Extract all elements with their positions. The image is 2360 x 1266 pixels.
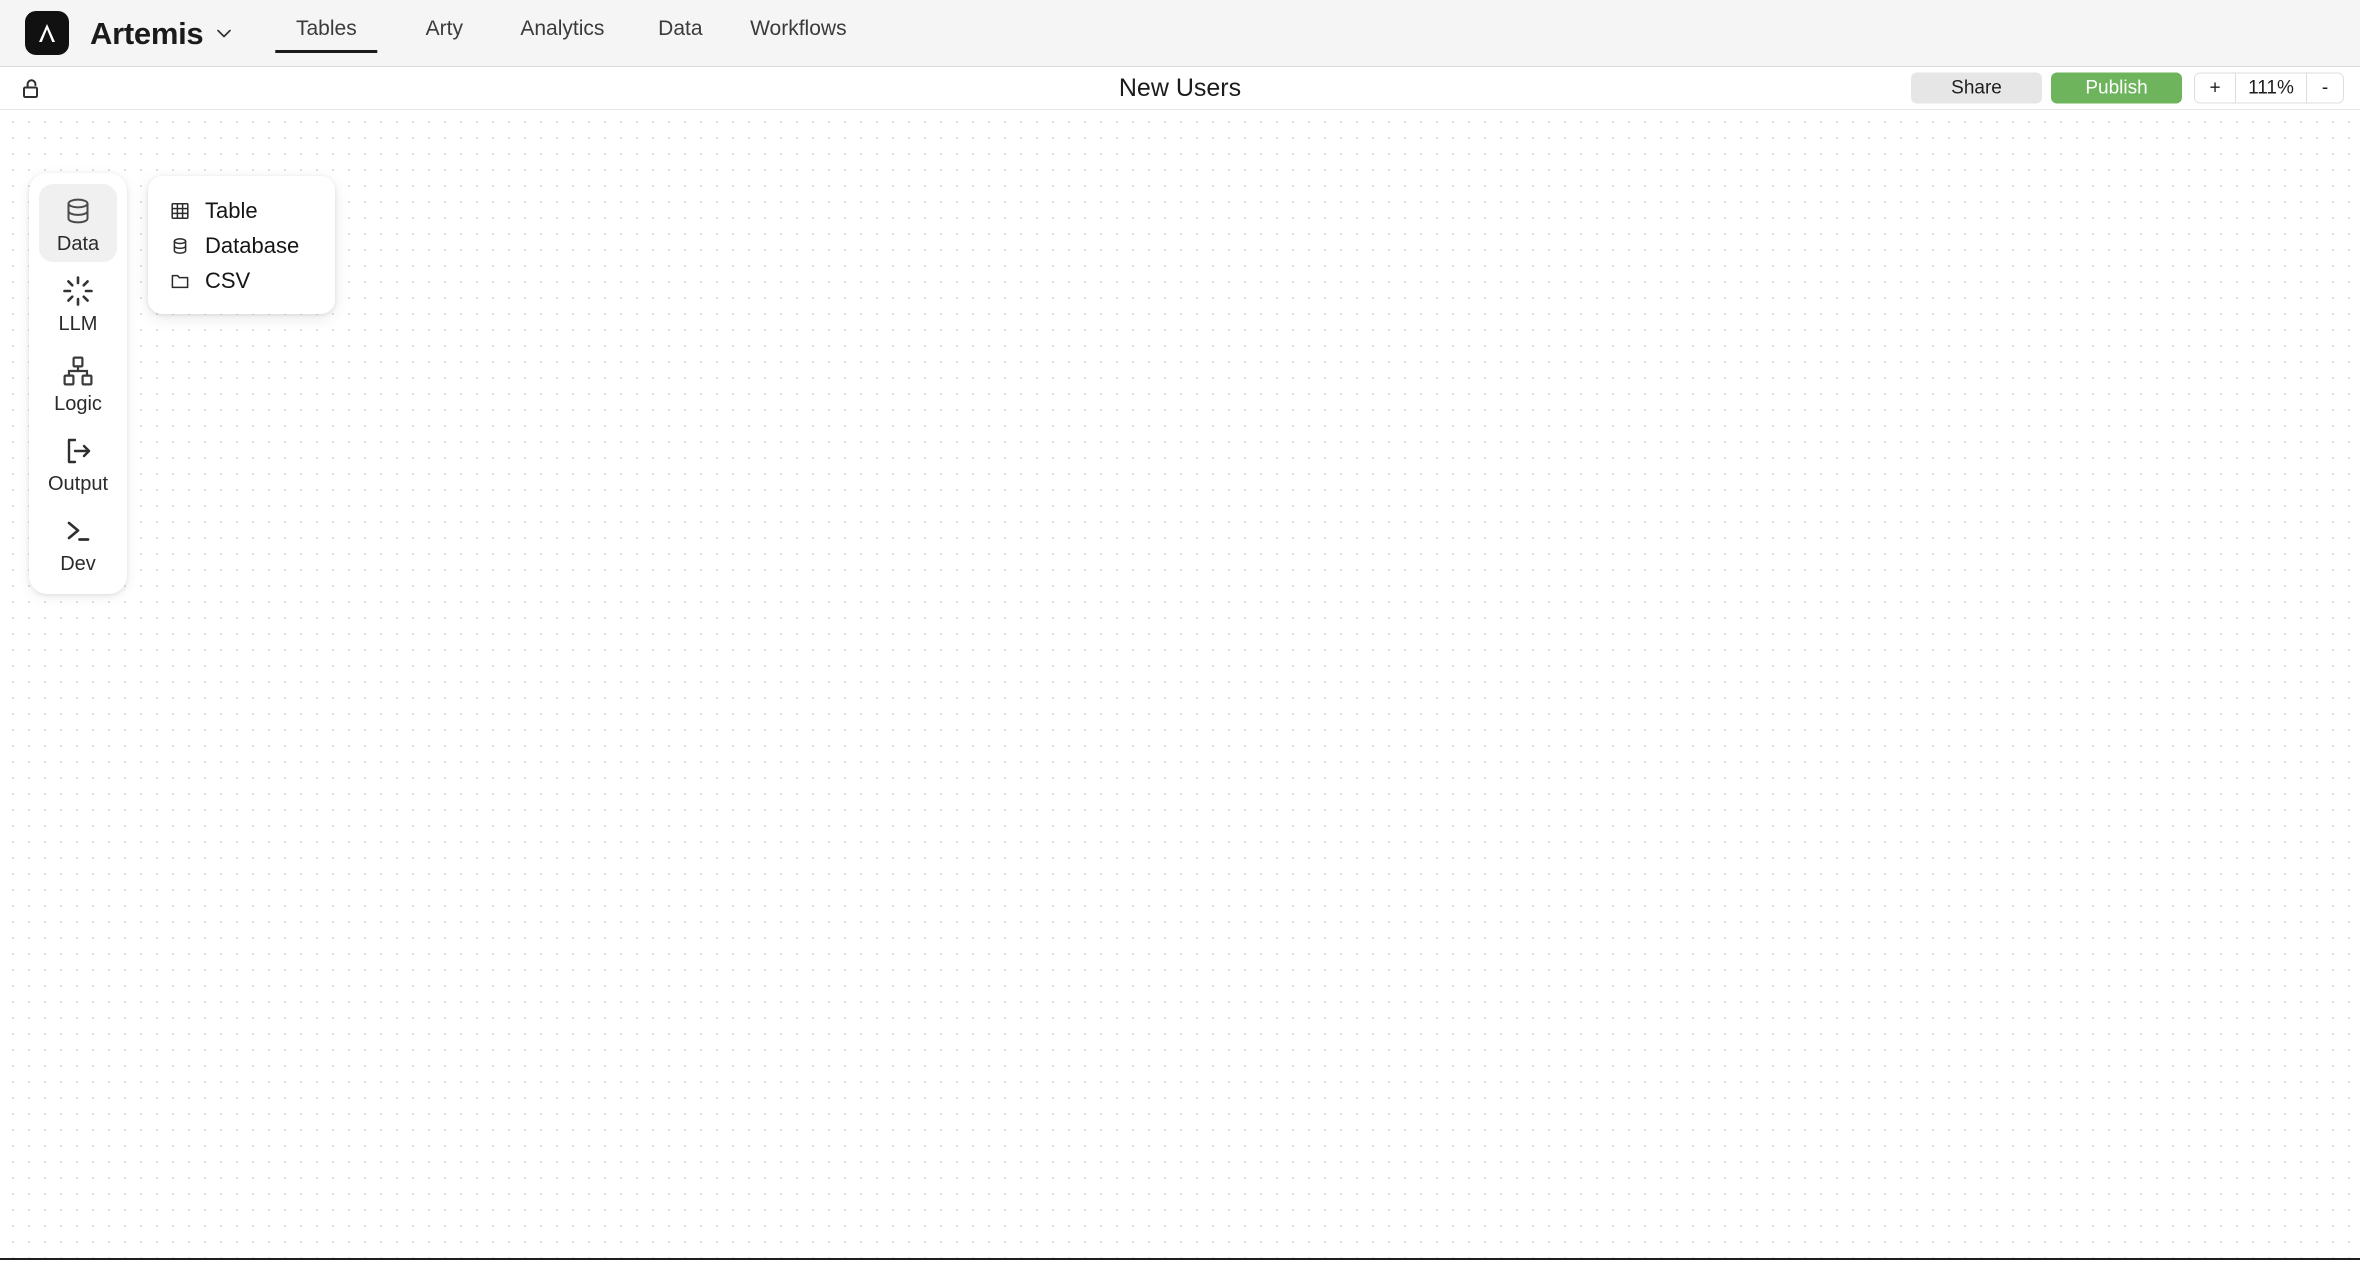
workflow-canvas[interactable]: Data LLM Logic Output Dev Table Database… (0, 110, 2360, 1258)
bottom-divider (0, 1258, 2360, 1260)
node-palette: Data LLM Logic Output Dev (29, 173, 127, 594)
tab-analytics[interactable]: Analytics (503, 0, 621, 67)
folder-icon (169, 270, 191, 292)
grid-table-icon (169, 200, 191, 222)
palette-item-logic[interactable]: Logic (39, 344, 117, 422)
tab-data[interactable]: Data (621, 0, 739, 67)
palette-label-output: Output (47, 473, 109, 495)
database-icon (61, 192, 95, 230)
palette-label-dev: Dev (60, 553, 96, 575)
terminal-icon (61, 512, 95, 550)
zoom-out-button[interactable]: - (2307, 73, 2343, 103)
data-source-dropdown-menu: Table Database CSV (148, 176, 335, 314)
zoom-controls: + 111% - (2194, 72, 2344, 104)
toolbar-actions: Share Publish + 111% - (1911, 72, 2344, 104)
zoom-in-button[interactable]: + (2195, 73, 2235, 103)
palette-item-output[interactable]: Output (39, 424, 117, 502)
share-button[interactable]: Share (1911, 72, 2042, 104)
palette-label-data: Data (56, 233, 100, 255)
dropdown-item-table[interactable]: Table (148, 193, 335, 228)
tab-workflows[interactable]: Workflows (739, 0, 857, 67)
export-icon (61, 432, 95, 470)
dropdown-label-csv: CSV (205, 267, 251, 293)
unlock-icon[interactable] (16, 73, 46, 103)
palette-item-llm[interactable]: LLM (39, 264, 117, 342)
nav-tabs: Tables Arty Analytics Data Workflows (267, 0, 857, 67)
palette-label-logic: Logic (54, 393, 102, 415)
dropdown-label-table: Table (205, 197, 258, 223)
lambda-logo-icon[interactable] (25, 11, 69, 55)
top-navigation-bar: Artemis Tables Arty Analytics Data Workf… (0, 0, 2360, 67)
sparkle-icon (61, 272, 95, 310)
database-icon (169, 235, 191, 257)
chevron-down-icon[interactable] (214, 23, 234, 43)
hierarchy-icon (61, 352, 95, 390)
tab-arty[interactable]: Arty (385, 0, 503, 67)
document-toolbar: New Users Share Publish + 111% - (0, 67, 2360, 110)
app-root: Artemis Tables Arty Analytics Data Workf… (0, 0, 2360, 1266)
brand-name[interactable]: Artemis (90, 18, 204, 49)
palette-label-llm: LLM (58, 313, 98, 335)
tab-tables[interactable]: Tables (267, 0, 385, 67)
zoom-level: 111% (2235, 73, 2307, 103)
dropdown-item-csv[interactable]: CSV (148, 263, 335, 298)
palette-item-data[interactable]: Data (39, 184, 117, 262)
dropdown-item-database[interactable]: Database (148, 228, 335, 263)
dropdown-label-database: Database (205, 232, 300, 258)
palette-item-dev[interactable]: Dev (39, 504, 117, 582)
publish-button[interactable]: Publish (2051, 72, 2182, 104)
